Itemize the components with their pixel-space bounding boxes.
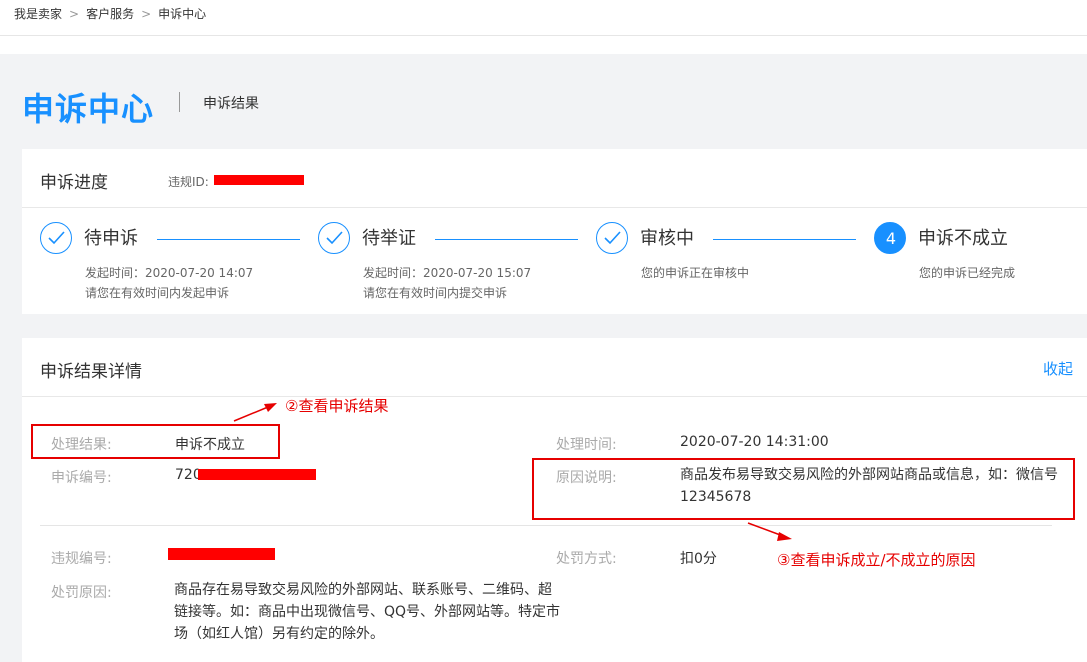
step-2-connector	[435, 239, 578, 240]
breadcrumb-item-appeal-center[interactable]: 申诉中心	[158, 7, 206, 21]
step-1-connector	[157, 239, 300, 240]
step-4-status: 您的申诉已经完成	[919, 266, 1016, 280]
page-subtitle: 申诉结果	[203, 96, 259, 112]
penalty-reason-label: 处罚原因:	[51, 585, 112, 601]
process-time-label: 处理时间:	[556, 437, 617, 453]
penalty-label: 处罚方式:	[556, 551, 617, 567]
check-icon	[326, 231, 343, 245]
step-3-status: 您的申诉正在审核中	[641, 266, 750, 280]
progress-card: 申诉进度 违规ID: 待申诉 发起时间：2020-07-20 14:07 请您在…	[22, 149, 1087, 314]
step-3-name: 审核中	[640, 228, 694, 249]
breadcrumb-item-seller[interactable]: 我是卖家	[14, 7, 62, 21]
step-1-name: 待申诉	[84, 228, 138, 249]
step-2-name: 待举证	[362, 228, 416, 249]
result-details-title: 申诉结果详情	[40, 362, 142, 382]
step-2-circle	[318, 222, 350, 254]
appeal-number-redaction	[198, 469, 316, 480]
appeal-number-label: 申诉编号:	[51, 470, 112, 486]
step-4-number: 4	[885, 229, 897, 248]
breadcrumb-separator: >	[141, 7, 152, 21]
progress-title: 申诉进度	[40, 173, 108, 193]
violation-id-redaction	[214, 175, 304, 185]
breadcrumb-separator: >	[69, 7, 80, 21]
title-divider	[179, 92, 180, 112]
step-1-time: 发起时间：2020-07-20 14:07	[85, 266, 254, 280]
step-4-circle: 4	[874, 222, 906, 254]
violation-number-label: 违规编号:	[51, 551, 112, 567]
violation-id-label: 违规ID:	[168, 175, 209, 189]
reason-highlight-box	[532, 458, 1075, 520]
annotation-view-reason: ③查看申诉成立/不成立的原因	[777, 551, 976, 569]
details-divider	[40, 525, 1052, 526]
step-2-hint: 请您在有效时间内提交申诉	[363, 286, 508, 300]
process-time-value: 2020-07-20 14:31:00	[680, 434, 829, 450]
penalty-value: 扣0分	[680, 551, 717, 567]
check-icon	[48, 231, 65, 245]
collapse-link[interactable]: 收起	[1043, 358, 1073, 379]
step-1-circle	[40, 222, 72, 254]
arrow-icon	[747, 522, 792, 541]
progress-card-header: 申诉进度 违规ID:	[22, 149, 1087, 208]
page-content: 申诉中心 申诉结果 申诉进度 违规ID: 待申诉 发起时间：2020-07-20…	[0, 54, 1087, 662]
result-highlight-box	[31, 424, 280, 459]
annotation-view-result: ②查看申诉结果	[285, 397, 389, 415]
step-2-time: 发起时间：2020-07-20 15:07	[363, 266, 532, 280]
breadcrumb-item-customer-service[interactable]: 客户服务	[86, 7, 134, 21]
step-4-name: 申诉不成立	[918, 228, 1008, 249]
violation-number-redaction	[168, 548, 275, 560]
penalty-reason-value: 商品存在易导致交易风险的外部网站、联系账号、二维码、超链接等。如：商品中出现微信…	[174, 582, 561, 642]
breadcrumb: 我是卖家 > 客户服务 > 申诉中心	[0, 0, 1087, 36]
step-3-circle	[596, 222, 628, 254]
result-card-header: 申诉结果详情 收起	[22, 338, 1087, 397]
page-title: 申诉中心	[22, 90, 155, 128]
step-3-connector	[713, 239, 856, 240]
step-1-hint: 请您在有效时间内发起申诉	[85, 286, 230, 300]
check-icon	[604, 231, 621, 245]
